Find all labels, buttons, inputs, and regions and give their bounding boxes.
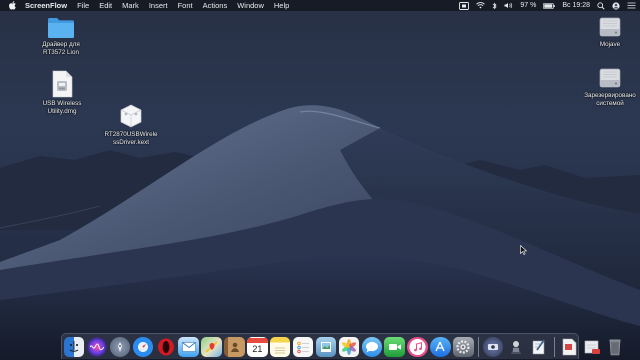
dock-preview[interactable] [315,336,337,357]
battery-icon[interactable] [543,0,556,11]
script-editor-icon [532,338,545,354]
mouse-cursor-icon [520,245,527,255]
menu-edit[interactable]: Edit [99,1,112,10]
menu-insert[interactable]: Insert [149,1,168,10]
hard-drive-icon [599,17,621,37]
dock-finder[interactable] [64,336,85,357]
dock-downloads[interactable] [582,337,602,357]
desktop-item-driver-folder[interactable]: Драйвер для RT3572 Lion [36,15,86,56]
kext-file-icon [120,104,142,128]
dock-mail[interactable] [178,336,199,357]
wifi-icon[interactable] [476,0,486,11]
app-store-icon [435,341,446,351]
menu-clock[interactable]: Вс 19:28 [562,0,590,11]
screenflow-icon [488,343,499,350]
dock-launchpad[interactable] [109,336,131,357]
safari-icon [139,343,146,350]
dock-trash[interactable] [604,337,624,357]
desktop-item-label: RT2870USBWirele ssDriver.kext [104,131,158,146]
folder-icon [48,18,74,38]
desktop-item-label: Драйвер для RT3572 Lion [42,41,80,56]
menu-bar: ScreenFlow File Edit Mark Insert Font Ac… [0,0,640,11]
finder-icon [69,340,79,352]
system-preferences-icon [456,339,470,354]
dock-reminders[interactable] [292,336,314,357]
trash-icon [609,339,621,355]
siri-icon [90,343,105,350]
dock-opera[interactable] [156,337,176,357]
dock-document[interactable] [559,337,579,357]
apple-icon[interactable] [9,1,17,10]
screenflow-record-icon[interactable] [459,0,470,11]
dock-safari[interactable] [132,336,154,357]
desktop-item-label: Зарезервировано системой [584,92,636,107]
document-icon [562,338,577,355]
reminders-icon [297,341,310,353]
dock: 21 [61,333,621,359]
preview-icon [320,341,331,352]
dmg-file-icon [52,70,73,98]
search-icon[interactable] [597,0,605,11]
menu-window[interactable]: Window [237,1,264,10]
bluetooth-icon[interactable] [492,0,497,11]
desktop-item-mojave-drive[interactable]: Mojave [590,15,630,49]
dock-separator [553,336,555,357]
desktop-item-usb-wireless-dmg[interactable]: USB Wireless Utility.dmg [36,70,88,115]
dock-maps[interactable] [201,336,222,357]
automator-icon [511,340,522,354]
menu-font[interactable]: Font [178,1,193,10]
dock-facetime[interactable] [384,336,405,357]
photos-icon [341,338,356,355]
messages-icon [365,341,378,352]
desktop-item-label: USB Wireless Utility.dmg [42,100,82,115]
downloads-icon [584,340,600,354]
dock-automator[interactable] [506,337,526,357]
status-area: 97 % Вс 19:28 [459,0,636,11]
menu-help[interactable]: Help [274,1,289,10]
menu-list-icon[interactable] [627,0,636,11]
menu-mark[interactable]: Mark [122,1,139,10]
desktop-item-label: Mojave [599,41,621,48]
hard-drive-icon [599,68,621,88]
notes-icon [275,347,286,353]
contacts-icon [231,342,240,352]
menu-actions[interactable]: Actions [203,1,228,10]
mail-icon [181,341,196,352]
user-icon[interactable] [612,0,620,11]
desktop-item-reserved-drive[interactable]: Зарезервировано системой [580,66,640,107]
dock-contacts[interactable] [224,336,245,357]
menu-file[interactable]: File [77,1,89,10]
dock-system-preferences[interactable] [453,336,474,357]
facetime-icon [388,343,401,350]
dock-messages[interactable] [361,336,382,357]
dock-separator [478,336,480,357]
menu-app-name[interactable]: ScreenFlow [25,1,67,10]
dock-script-editor[interactable] [529,337,549,357]
dock-itunes[interactable] [407,336,428,357]
calendar-icon: 21 [252,343,263,354]
dock-siri[interactable] [86,336,108,357]
dock-notes[interactable] [270,336,291,357]
dock-app-store[interactable] [430,336,451,357]
maps-icon [204,340,218,353]
desktop-wallpaper [0,0,640,360]
desktop-item-kext[interactable]: RT2870USBWirele ssDriver.kext [102,103,160,146]
battery-percent: 97 % [520,2,537,9]
opera-icon [157,338,174,355]
itunes-icon [413,341,422,351]
volume-icon[interactable] [504,0,513,11]
dock-photos[interactable] [338,336,360,357]
dock-screenflow[interactable] [483,336,504,357]
launchpad-icon [117,341,122,352]
dock-calendar[interactable]: 21 [247,336,268,357]
